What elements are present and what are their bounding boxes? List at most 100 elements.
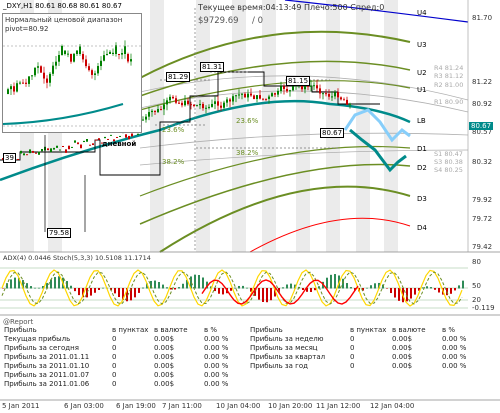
candle-body (241, 93, 243, 95)
level-label-u4: U4 (417, 9, 427, 17)
candle-body (268, 96, 270, 99)
candle-body (310, 85, 312, 87)
histogram-bar (14, 277, 16, 289)
report-cell: 0.00 % (442, 362, 467, 370)
candle-body (172, 96, 174, 99)
histogram-bar (258, 288, 260, 300)
resistance-label: S4 80.25 (434, 166, 463, 174)
mini-candle-body (124, 46, 126, 54)
histogram-bar (98, 288, 100, 291)
candle-body (349, 103, 351, 105)
resistance-label: R2 81.00 (434, 81, 464, 89)
report-cell: 0.00$ (154, 380, 175, 388)
level-label-d3: D3 (417, 195, 427, 203)
server-time: Текущее время:04:13:49 Плечо:500 Спред:0 (198, 3, 385, 12)
candle-body (62, 145, 64, 148)
mini-candle-body (94, 73, 96, 75)
price-axis-label: 80.32 (472, 158, 493, 166)
report-cell: 0.00$ (154, 362, 175, 370)
candle-body (74, 140, 76, 143)
histogram-bar (462, 280, 464, 289)
histogram-bar (182, 283, 184, 289)
indicator-window[interactable] (0, 267, 468, 309)
mini-candle-body (13, 86, 15, 92)
histogram-bar (330, 274, 332, 289)
symbol-line: _DXY,H1 80.61 80.68 80.61 80.67 (3, 2, 122, 10)
candle-body (68, 145, 70, 150)
candle-body (202, 103, 204, 109)
chart-window[interactable]: Нормальный ценовой диапазон pivot=80.92 … (0, 0, 500, 413)
candle-body (154, 110, 156, 113)
mini-candle-body (121, 53, 123, 55)
chart-tag: 81.31 (200, 62, 225, 72)
report-cell: 0.00 % (204, 344, 229, 352)
candle-body (214, 101, 216, 104)
candle-body (196, 105, 198, 107)
histogram-bar (350, 287, 352, 289)
report-cell: 0.00 % (442, 353, 467, 361)
histogram-bar (118, 288, 120, 298)
histogram-bar (86, 288, 88, 298)
report-row-label: Прибыль за год (250, 362, 308, 370)
mini-candle-body (10, 86, 12, 90)
candle-body (337, 92, 339, 98)
candle-body (187, 100, 189, 105)
candle-body (35, 152, 37, 154)
chart-tag: 79.58 (47, 228, 72, 238)
mini-candle-body (64, 50, 66, 54)
candle-body (148, 112, 150, 117)
candle-body (65, 149, 67, 153)
candle-body (286, 88, 288, 92)
candle-body (289, 90, 291, 92)
candle-body (244, 93, 246, 98)
price-axis-label: 79.42 (472, 243, 493, 251)
histogram-bar (458, 285, 460, 289)
resistance-label: R4 81.24 (434, 64, 464, 72)
report-cell: 0 (112, 353, 117, 361)
candle-body (50, 148, 52, 153)
candle-body (292, 86, 294, 91)
fib-percent-label: 38.2% (162, 158, 185, 166)
histogram-bar (102, 287, 104, 289)
candle-body (169, 96, 171, 101)
histogram-bar (246, 287, 248, 289)
candle-body (259, 95, 261, 99)
mini-candle-body (127, 54, 129, 62)
candle-body (313, 85, 315, 87)
level-label-d1: D1 (417, 145, 427, 153)
mini-candle-body (106, 53, 108, 56)
mini-candle-body (103, 55, 105, 61)
histogram-bar (386, 288, 388, 289)
histogram-bar (390, 288, 392, 294)
level-label-d4: D4 (417, 224, 427, 232)
mini-candle-body (97, 66, 99, 74)
candle-body (316, 85, 318, 89)
histogram-bar (242, 285, 244, 289)
candle-body (119, 135, 121, 137)
report-row-label: Прибыль за сегодня (4, 344, 79, 352)
candle-body (83, 140, 85, 143)
candle-body (226, 99, 228, 103)
candle-body (110, 134, 112, 136)
histogram-bar (374, 283, 376, 289)
price-axis-label: 80.92 (472, 100, 493, 108)
report-cell: 0 (350, 353, 355, 361)
candle-body (331, 96, 333, 98)
histogram-bar (426, 286, 428, 289)
candle-body (53, 147, 55, 150)
report-header: в % (442, 326, 456, 334)
candle-body (190, 104, 192, 106)
candle-body (229, 99, 231, 102)
histogram-bar (218, 288, 220, 294)
candle-body (116, 136, 118, 138)
time-axis-label: 10 Jan 04:00 (216, 402, 261, 410)
candle-body (125, 134, 127, 138)
report-cell: 0 (350, 344, 355, 352)
time-axis-label: 11 Jan 12:00 (316, 402, 361, 410)
mini-candle-body (73, 53, 75, 62)
mini-candle-body (76, 50, 78, 54)
candle-body (334, 92, 336, 97)
candle-body (160, 109, 162, 111)
candle-body (271, 93, 273, 97)
candle-body (77, 142, 79, 145)
